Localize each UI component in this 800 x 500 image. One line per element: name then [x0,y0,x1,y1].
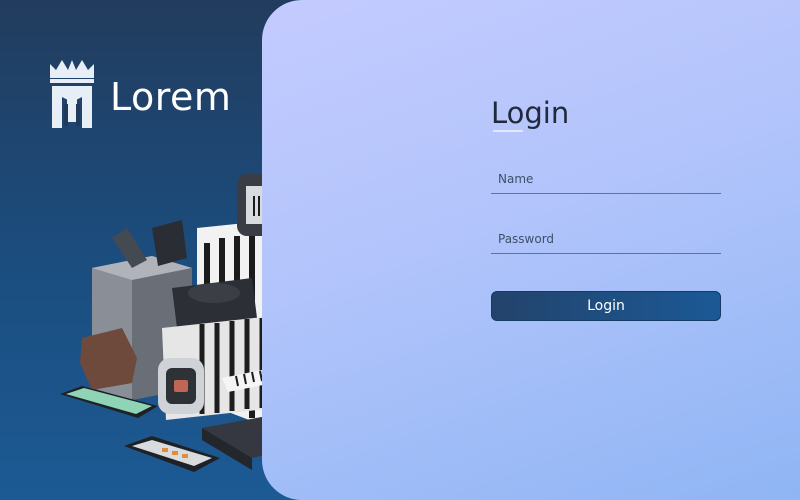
login-title: Login [491,96,570,130]
castle-logo-icon [48,58,96,136]
name-input[interactable] [491,164,721,194]
password-input[interactable] [491,224,721,254]
password-field-container [491,224,721,254]
login-button[interactable]: Login [491,291,721,321]
brand-name: Lorem [110,75,232,119]
name-field-container [491,164,721,194]
brand: Lorem [48,58,231,136]
title-underline [493,130,523,132]
login-screen: Lorem Login Name Login [0,0,800,500]
